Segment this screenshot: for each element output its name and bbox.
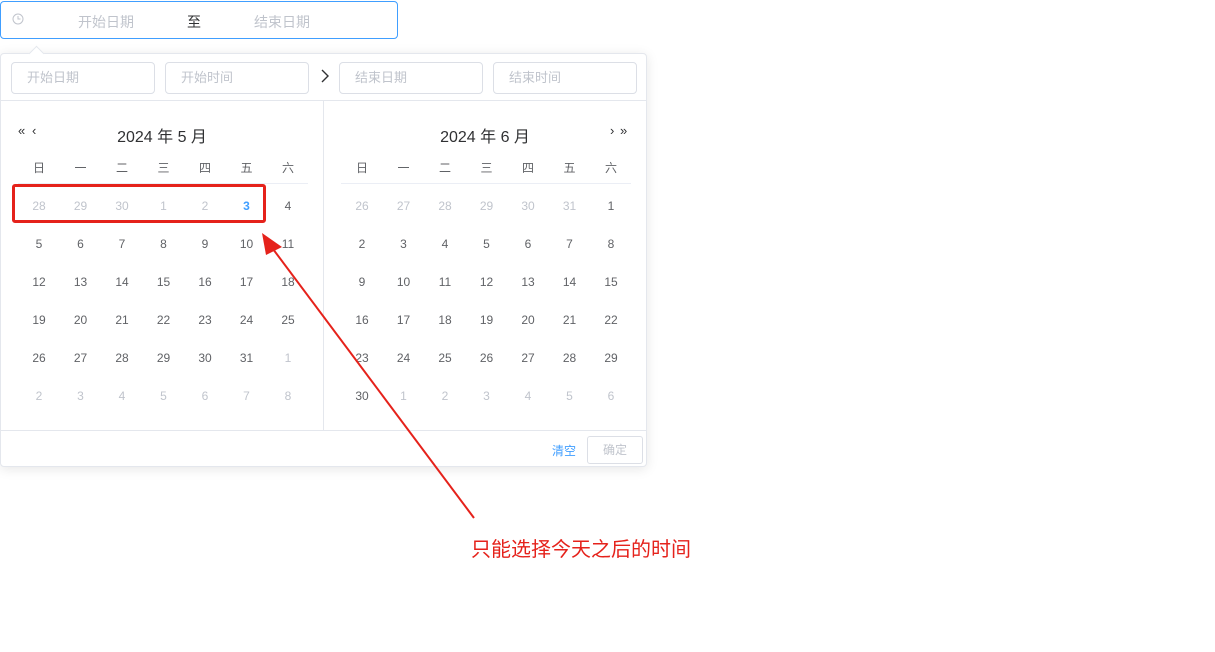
annotation-text: 只能选择今天之后的时间 bbox=[471, 539, 691, 561]
